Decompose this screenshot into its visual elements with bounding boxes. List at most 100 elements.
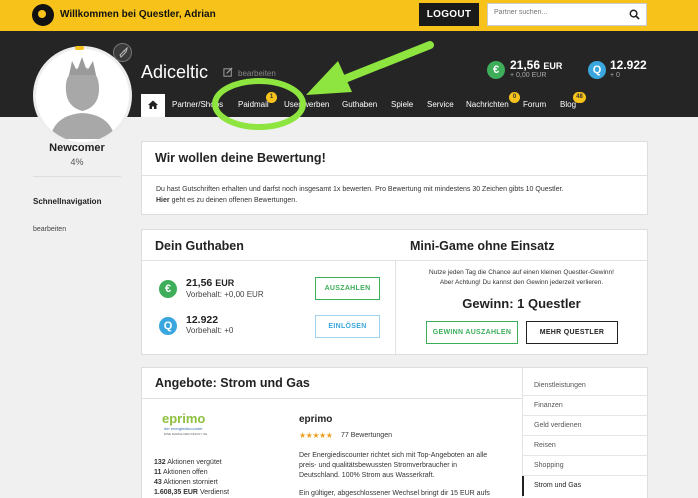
eur-balance-unit: EUR — [215, 278, 235, 288]
quicknav-heading: Schnellnavigation — [33, 197, 102, 206]
blog-badge: 48 — [573, 92, 586, 103]
nav-blog[interactable]: Blog 48 — [560, 92, 586, 116]
rating-title: Wir wollen deine Bewertung! — [155, 151, 326, 165]
header-q-balance: 12.922 — [610, 58, 647, 72]
offers-card-divider — [142, 398, 522, 399]
stat-open-label: Aktionen offen — [162, 469, 208, 476]
nav-nachrichten[interactable]: Nachrichten 0 — [466, 92, 520, 116]
user-progress: 4% — [70, 157, 84, 167]
username: Adiceltic — [141, 62, 209, 82]
stat-earnings: 1.608,35 EUR Verdienst — [154, 489, 229, 496]
questler-logo-icon[interactable] — [32, 4, 54, 26]
guthaben-title: Dein Guthaben — [155, 239, 244, 253]
minigame-line2: Aber Achtung! Du kannst den Gewinn jeder… — [439, 279, 604, 286]
search-icon[interactable] — [629, 9, 640, 20]
nav-guthaben[interactable]: Guthaben — [342, 94, 377, 116]
paidmail-badge: 1 — [266, 92, 277, 103]
search-input[interactable] — [494, 9, 624, 16]
rating-link-line: Hier geht es zu deinen offenen Bewertung… — [156, 197, 297, 204]
eprimo-logo-text: eprimo — [162, 411, 206, 426]
sidebar-divider — [33, 176, 121, 177]
questler-coin-icon: Q — [588, 61, 606, 79]
rating-link[interactable]: Hier — [156, 197, 170, 204]
rating-card: Wir wollen deine Bewertung! Du hast Guts… — [141, 141, 648, 215]
nav-forum[interactable]: Forum — [523, 94, 546, 116]
page: Willkommen bei Questler, Adrian LOGOUT A… — [0, 0, 698, 498]
eur-balance: 21,56 EUR — [186, 277, 234, 289]
q-reserved: Vorbehalt: +0 — [186, 326, 234, 335]
welcome-text: Willkommen bei Questler, Adrian — [60, 9, 216, 20]
top-bar: Willkommen bei Questler, Adrian LOGOUT — [0, 0, 698, 31]
rating-link-rest: geht es zu deinen offenen Bewertungen. — [169, 197, 298, 204]
header-eur-sub: + 0,00 EUR — [510, 72, 547, 79]
logout-button[interactable]: LOGOUT — [419, 3, 479, 26]
stat-paid-label: Aktionen vergütet — [167, 459, 222, 466]
win-payout-button[interactable]: GEWINN AUSZAHLEN — [426, 321, 518, 344]
rocket-badge-icon[interactable] — [113, 43, 132, 62]
offer-desc-3: Deutschland. 100% Strom aus Wasserkraft. — [299, 472, 435, 479]
nav-nachrichten-label: Nachrichten — [466, 100, 509, 109]
questler-icon: Q — [159, 317, 177, 335]
minigame-line1: Nutze jeden Tag die Chance auf einen kle… — [429, 269, 614, 276]
quicknav-edit-link[interactable]: bearbeiten — [33, 226, 66, 233]
euro-coin-icon: € — [487, 61, 505, 79]
nav-spiele[interactable]: Spiele — [391, 94, 413, 116]
minigame-title: Mini-Game ohne Einsatz — [410, 239, 555, 253]
user-level: Newcomer — [49, 142, 105, 154]
eur-reserved: Vorbehalt: +0,00 EUR — [186, 290, 264, 299]
nav-home[interactable] — [141, 94, 165, 117]
stat-open: 11 Aktionen offen — [154, 469, 208, 476]
nav-paidmail-label: Paidmail — [238, 100, 269, 109]
home-icon — [148, 100, 158, 109]
review-count[interactable]: 77 Bewertungen — [341, 432, 392, 439]
category-geld-verdienen[interactable]: Geld verdienen — [534, 422, 581, 429]
q-balance: 12.922 — [186, 314, 219, 326]
active-category-marker — [522, 476, 524, 496]
edit-profile-link[interactable]: bearbeiten — [238, 69, 276, 78]
euro-icon: € — [159, 280, 177, 298]
nav-user-werben[interactable]: User werben — [284, 94, 329, 116]
stat-open-num: 11 — [154, 469, 162, 476]
rating-card-divider — [142, 175, 647, 176]
stat-cancelled: 43 Aktionen storniert — [154, 479, 218, 486]
nachrichten-badge: 0 — [509, 92, 520, 103]
eprimo-logo-sub: der energiediscounter — [164, 426, 203, 431]
header-eur-value: 21,56 — [510, 58, 541, 72]
rating-text: Du hast Gutschriften erhalten und darfst… — [156, 186, 564, 193]
eprimo-logo-sub2: EINE MARKE DER INNOGY SE — [164, 432, 208, 436]
rating-stars-icon: ★★★★★ — [299, 431, 333, 440]
redeem-button[interactable]: EINLÖSEN — [315, 315, 380, 338]
eprimo-logo[interactable]: eprimo der energiediscounter EINE MARKE … — [154, 411, 220, 442]
category-dienstleistungen[interactable]: Dienstleistungen — [534, 382, 586, 389]
edit-icon[interactable] — [223, 67, 234, 78]
partner-name[interactable]: eprimo — [299, 414, 332, 425]
payout-button[interactable]: AUSZAHLEN — [315, 277, 380, 300]
category-shopping[interactable]: Shopping — [534, 462, 564, 469]
stat-earnings-label: Verdienst — [199, 489, 230, 496]
header-eur-balance: 21,56 EUR — [510, 58, 562, 72]
offer-desc-2: preis- und qualitätsbewussten Stromverbr… — [299, 462, 457, 469]
header-eur-unit: EUR — [543, 61, 563, 71]
category-divider — [522, 455, 648, 456]
nav-service[interactable]: Service — [427, 94, 454, 116]
offers-title: Angebote: Strom und Gas — [155, 376, 310, 390]
category-strom-gas[interactable]: Strom und Gas — [534, 482, 581, 489]
search-box[interactable] — [487, 3, 647, 26]
stat-earnings-num: 1.608,35 EUR — [154, 489, 198, 496]
avatar-status-dot — [75, 46, 84, 50]
category-divider — [522, 475, 648, 476]
minigame-win: Gewinn: 1 Questler — [462, 296, 581, 311]
nav-partner-shops[interactable]: Partner/Shops — [172, 94, 223, 116]
default-avatar-icon — [36, 49, 129, 142]
category-reisen[interactable]: Reisen — [534, 442, 556, 449]
nav-paidmail[interactable]: Paidmail 1 — [238, 92, 277, 116]
more-questler-button[interactable]: MEHR QUESTLER — [526, 321, 618, 344]
header-q-sub: + 0 — [610, 72, 620, 79]
eur-balance-value: 21,56 — [186, 277, 213, 289]
balance-minigame-card: Dein Guthaben Mini-Game ohne Einsatz € 2… — [141, 229, 648, 355]
category-divider — [522, 395, 648, 396]
stat-cancelled-label: Aktionen storniert — [163, 479, 218, 486]
category-finanzen[interactable]: Finanzen — [534, 402, 563, 409]
offer-desc-1: Der Energiediscounter richtet sich mit T… — [299, 452, 488, 459]
category-divider — [522, 415, 648, 416]
